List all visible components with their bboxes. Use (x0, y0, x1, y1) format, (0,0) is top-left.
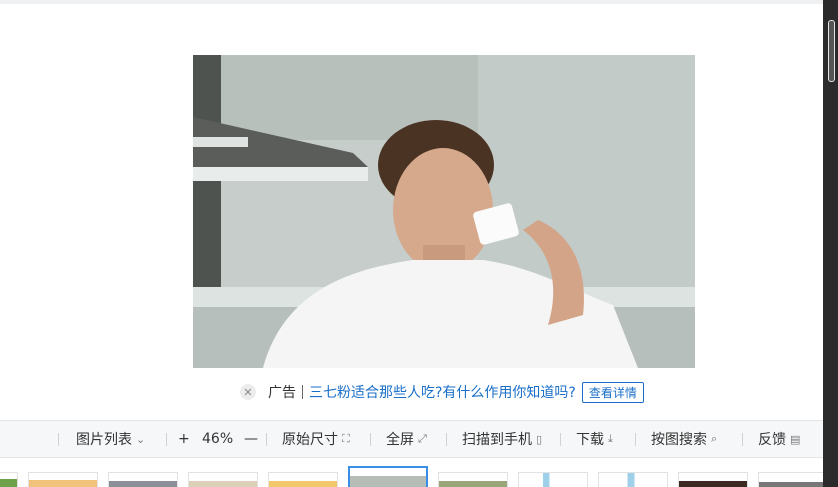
thumbnail[interactable] (0, 472, 18, 487)
divider (58, 433, 59, 446)
image-search-button[interactable]: 按图搜索 ⌕ (651, 421, 717, 457)
ad-details-button[interactable]: 查看详情 (581, 381, 644, 403)
zoom-value: 46% (202, 431, 234, 447)
zoom-out-button[interactable]: — (244, 421, 258, 457)
divider (446, 433, 447, 446)
feedback-button[interactable]: 反馈 ▤ (758, 421, 800, 457)
minus-icon: — (244, 431, 258, 447)
thumbnail-strip (0, 464, 823, 487)
close-icon[interactable]: ✕ (240, 384, 256, 400)
thumbnail[interactable] (758, 472, 823, 487)
search-icon: ⌕ (711, 432, 718, 445)
thumbnail[interactable] (188, 472, 258, 487)
thumbnail[interactable] (108, 472, 178, 487)
page-scrollbar[interactable] (823, 0, 838, 487)
chevron-down-icon: ⌄ (136, 432, 146, 446)
download-label: 下载 (576, 432, 604, 448)
download-button[interactable]: 下载 ⤓ (576, 421, 613, 457)
thumbnail[interactable] (268, 472, 338, 487)
fullscreen-label: 全屏 (386, 432, 414, 448)
image-list-button[interactable]: 图片列表 ⌄ (76, 421, 145, 457)
phone-icon: ▯ (536, 432, 543, 446)
feedback-icon: ▤ (790, 432, 801, 446)
divider (302, 385, 303, 399)
scan-to-phone-button[interactable]: 扫描到手机 ▯ (462, 421, 542, 457)
image-search-label: 按图搜索 (651, 432, 707, 448)
ad-link[interactable]: 三七粉适合那些人吃?有什么作用你知道吗? (309, 382, 576, 402)
expand-icon: ⤢ (418, 432, 427, 445)
divider (266, 433, 267, 446)
fullscreen-button[interactable]: 全屏 ⤢ (386, 421, 427, 457)
image-toolbar: 图片列表 ⌄ + 46% — 原始尺寸 ⛶ 全屏 ⤢ 扫描到手机 ▯ 下载 ⤓ … (0, 420, 823, 458)
divider (166, 433, 167, 446)
frame-icon: ⛶ (342, 432, 350, 445)
thumbnail-active[interactable] (348, 466, 428, 487)
thumbnail[interactable] (598, 472, 668, 487)
download-icon: ⤓ (608, 432, 613, 445)
image-list-label: 图片列表 (76, 432, 132, 448)
ad-tag: 广告 (268, 385, 296, 401)
zoom-in-button[interactable]: + (178, 421, 190, 457)
thumbnail[interactable] (438, 472, 508, 487)
thumbnail[interactable] (518, 472, 588, 487)
zoom-level: 46% (202, 421, 233, 457)
scan-label: 扫描到手机 (462, 432, 532, 448)
divider (560, 433, 561, 446)
top-strip (0, 0, 823, 4)
ad-banner: ✕ 广告 三七粉适合那些人吃?有什么作用你知道吗? 查看详情 (240, 381, 644, 403)
original-size-button[interactable]: 原始尺寸 ⛶ (282, 421, 350, 457)
thumbnail[interactable] (678, 472, 748, 487)
plus-icon: + (178, 431, 190, 447)
thumbnail[interactable] (28, 472, 98, 487)
divider (742, 433, 743, 446)
divider (635, 433, 636, 446)
main-image[interactable] (193, 55, 695, 368)
original-size-label: 原始尺寸 (282, 432, 338, 448)
divider (370, 433, 371, 446)
feedback-label: 反馈 (758, 432, 786, 448)
